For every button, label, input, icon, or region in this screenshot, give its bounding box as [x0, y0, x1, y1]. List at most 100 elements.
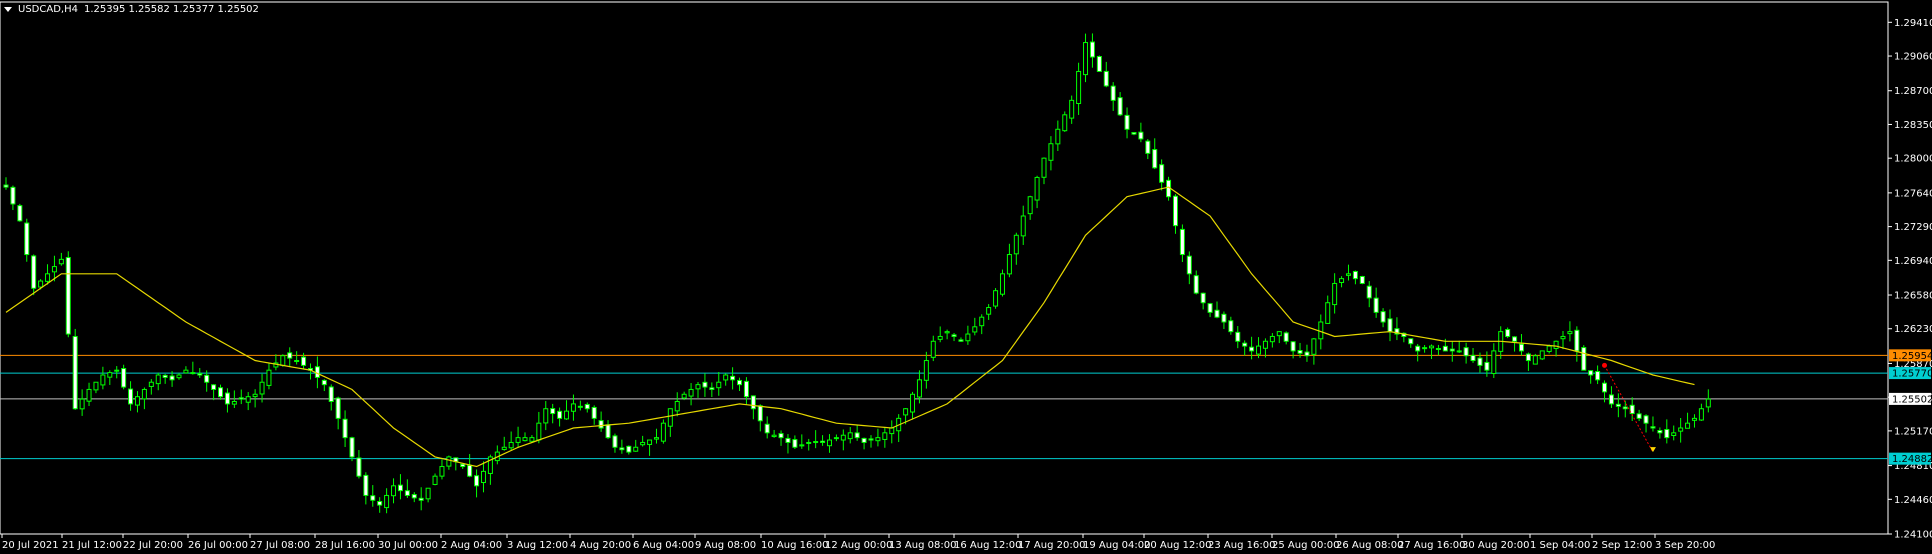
upper-cyan-level-tag[interactable]: 1.25770	[1889, 367, 1932, 380]
bear-candle-body	[204, 374, 210, 383]
trade-entry-marker[interactable]	[1602, 362, 1608, 368]
bear-candle-body	[1525, 353, 1531, 362]
bull-candle-body	[1435, 348, 1441, 350]
dropdown-triangle-icon[interactable]	[4, 7, 12, 12]
bear-candle-body	[1408, 338, 1414, 345]
bull-candle-body	[1691, 417, 1697, 421]
bear-candle-body	[1643, 415, 1649, 424]
bear-candle-body	[605, 424, 611, 439]
bear-candle-body	[550, 408, 556, 415]
bear-candle-body	[1159, 164, 1165, 183]
bear-candle-body	[238, 397, 244, 400]
bear-candle-body	[1657, 430, 1663, 434]
bear-candle-body	[3, 184, 9, 188]
bull-candle-body	[1678, 427, 1684, 432]
bear-candle-body	[598, 420, 604, 429]
bull-candle-body	[1567, 331, 1573, 335]
bull-candle-body	[425, 487, 431, 500]
bear-candle-body	[162, 374, 168, 378]
bull-candle-body	[51, 266, 57, 273]
chart-window[interactable]: 1.29410 1.29060 1.28700 1.28350 1.28000 1.276…	[0, 0, 1932, 554]
bear-candle-body	[813, 441, 819, 444]
bear-candle-body	[1477, 357, 1483, 366]
time-axis-label: 6 Aug 04:00	[633, 540, 694, 551]
bull-candle-body	[577, 405, 583, 408]
lower-cyan-level-tag[interactable]: 1.24882	[1889, 452, 1932, 466]
bear-candle-body	[958, 339, 964, 342]
bear-candle-body	[349, 437, 355, 458]
bear-candle-body	[591, 406, 597, 419]
bear-candle-body	[1242, 342, 1248, 347]
bull-candle-body	[965, 333, 971, 342]
bear-candle-body	[1352, 270, 1358, 280]
bear-candle-body	[702, 381, 708, 388]
bull-candle-body	[647, 439, 653, 445]
time-axis-label: 3 Aug 12:00	[507, 540, 568, 551]
price-axis-label: 1.27640	[1894, 188, 1932, 199]
bear-candle-body	[1449, 348, 1455, 352]
plot-frame	[0, 1, 1889, 535]
bull-candle-body	[1020, 215, 1026, 237]
bull-candle-body	[155, 374, 161, 385]
bull-candle-body	[986, 307, 992, 315]
symbol-label: USDCAD,H4	[18, 4, 78, 15]
bear-candle-body	[1622, 406, 1628, 410]
bull-candle-body	[1055, 128, 1061, 145]
bear-candle-body	[1172, 195, 1178, 227]
price-axis-label: 1.26940	[1894, 256, 1932, 267]
bear-candle-body	[1152, 149, 1158, 169]
bull-candle-body	[1539, 350, 1545, 360]
bear-candle-body	[1221, 313, 1227, 323]
bull-candle-body	[695, 384, 701, 390]
bull-candle-body	[266, 369, 272, 386]
bull-candle-body	[1269, 335, 1275, 343]
bear-candle-body	[1297, 350, 1303, 354]
bear-candle-body	[1650, 426, 1656, 429]
bull-candle-body	[384, 494, 390, 509]
orange-level-tag[interactable]: 1.25954	[1889, 349, 1932, 362]
time-axis-label: 13 Aug 08:00	[889, 540, 956, 551]
bull-candle-body	[944, 331, 950, 334]
bull-candle-body	[501, 446, 507, 450]
bear-candle-body	[287, 352, 293, 359]
time-axis-label: 2 Aug 04:00	[441, 540, 502, 551]
price-chart[interactable]: 1.29410 1.29060 1.28700 1.28350 1.28000 1.276…	[0, 0, 1932, 554]
bull-candle-body	[480, 470, 486, 484]
trade-exit-arrow-icon[interactable]	[1649, 447, 1656, 453]
bull-candle-body	[93, 381, 99, 391]
time-axis-label: 23 Aug 16:00	[1208, 540, 1275, 551]
bear-candle-body	[169, 375, 175, 381]
time-axis-label: 28 Jul 16:00	[315, 540, 375, 551]
bear-candle-body	[1588, 370, 1594, 376]
price-axis-label: 1.25170	[1894, 426, 1932, 437]
price-axis-label: 1.27290	[1894, 222, 1932, 233]
current-price-tag[interactable]: 1.25502	[1889, 392, 1932, 406]
time-axis-label: 4 Aug 20:00	[570, 540, 631, 551]
bull-candle-body	[1041, 157, 1047, 178]
bear-candle-body	[1089, 41, 1095, 58]
bull-candle-body	[1698, 408, 1704, 421]
time-axis-label: 27 Jul 08:00	[250, 540, 310, 551]
bull-candle-body	[148, 381, 154, 387]
bear-candle-body	[397, 484, 403, 492]
bull-candle-body	[79, 398, 85, 410]
time-axis-label: 2 Sep 12:00	[1592, 540, 1652, 551]
bear-candle-body	[197, 373, 203, 376]
bear-candle-body	[1518, 343, 1524, 352]
time-axis-label: 27 Aug 16:00	[1398, 540, 1465, 551]
bear-candle-body	[1387, 318, 1393, 333]
bear-candle-body	[1214, 309, 1220, 318]
bull-candle-body	[280, 355, 286, 366]
time-axis-label: 25 Aug 00:00	[1272, 540, 1339, 551]
bull-candle-body	[391, 485, 397, 497]
bull-candle-body	[1532, 355, 1538, 365]
price-axis-label: 1.28350	[1894, 120, 1932, 131]
bear-candle-body	[224, 392, 230, 405]
bull-candle-body	[1276, 331, 1282, 337]
bull-candle-body	[522, 437, 528, 442]
bull-candle-body	[1325, 302, 1331, 324]
price-tag-label: 1.25954	[1892, 351, 1932, 362]
time-axis-label: 30 Aug 20:00	[1462, 540, 1529, 551]
bear-candle-body	[1145, 140, 1151, 154]
bear-candle-body	[1249, 346, 1255, 352]
